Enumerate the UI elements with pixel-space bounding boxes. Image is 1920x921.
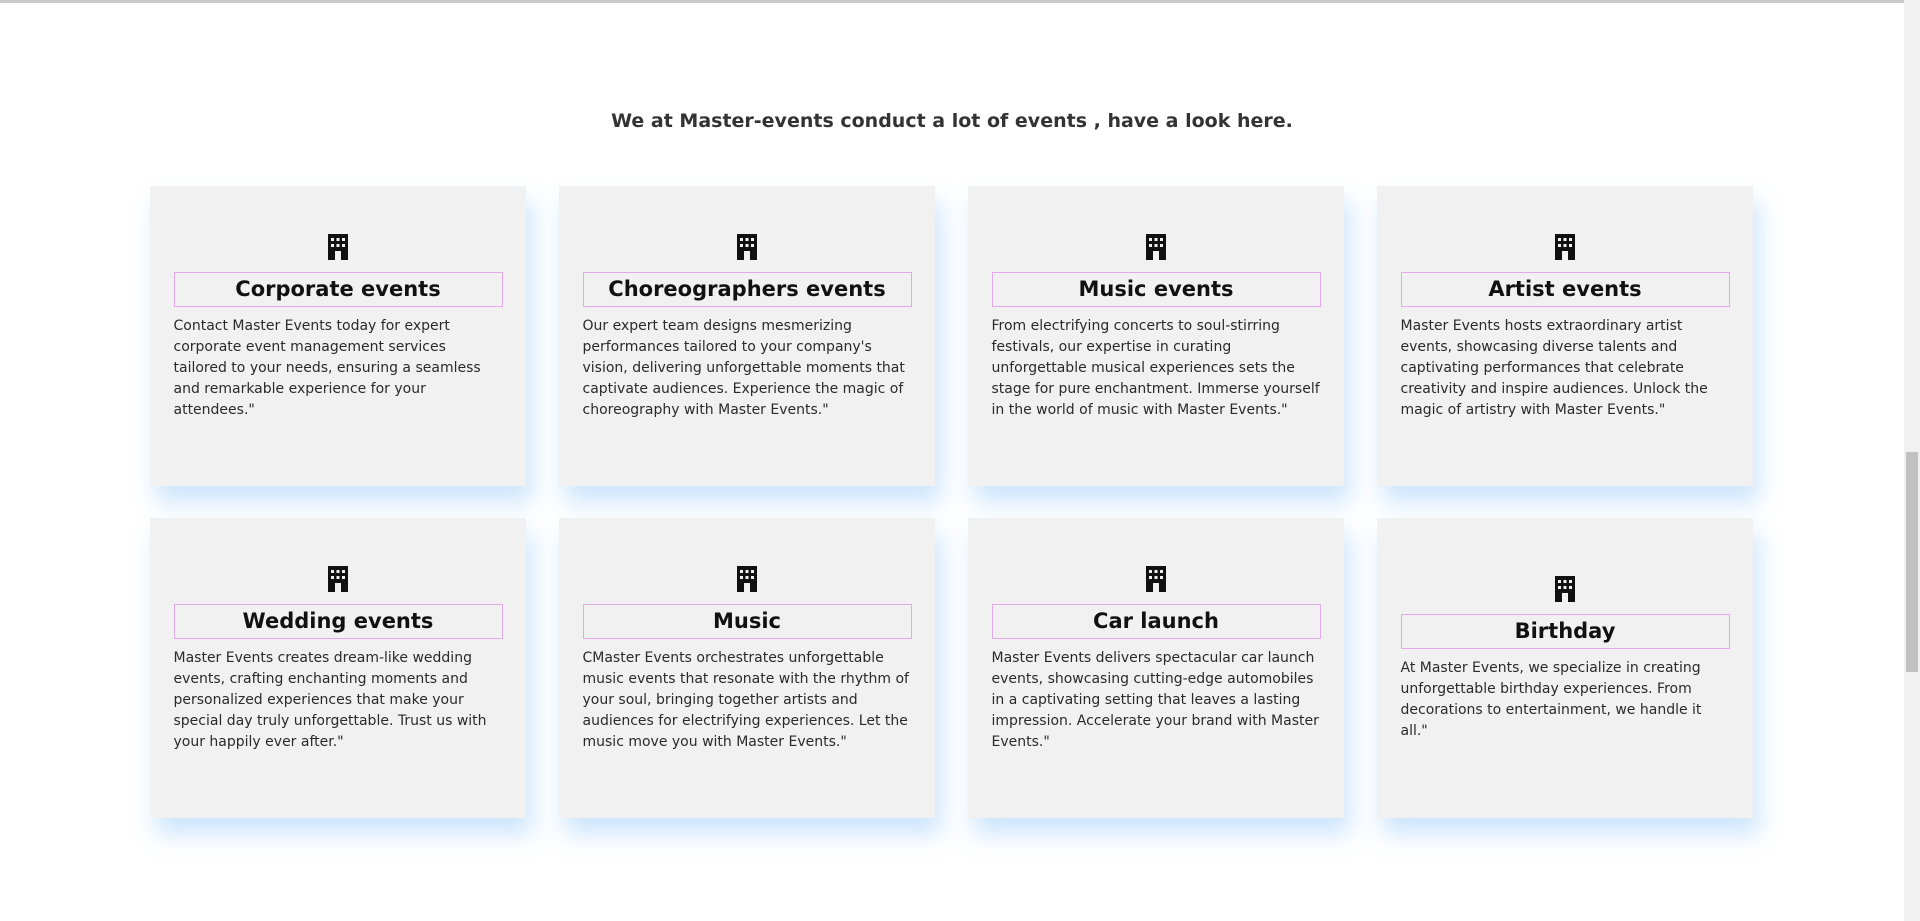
card-title: Choreographers events <box>582 271 912 307</box>
scrollbar[interactable] <box>1904 0 1920 921</box>
card-title: Wedding events <box>173 603 503 639</box>
card-title: Artist events <box>1400 271 1730 307</box>
card-description: Our expert team designs mesmerizing perf… <box>582 317 905 418</box>
card-description: CMaster Events orchestrates unforgettabl… <box>582 649 909 750</box>
event-card-music[interactable]: Music CMaster Events orchestrates unforg… <box>559 518 935 818</box>
card-title: Corporate events <box>173 271 503 307</box>
event-card-corporate[interactable]: Corporate events Contact Master Events t… <box>150 186 526 486</box>
building-icon <box>1555 576 1575 602</box>
event-card-artist[interactable]: Artist events Master Events hosts extrao… <box>1377 186 1753 486</box>
scrollbar-thumb[interactable] <box>1906 452 1918 672</box>
card-title: Birthday <box>1400 614 1730 649</box>
building-icon <box>1146 233 1166 260</box>
event-card-birthday[interactable]: Birthday At Master Events, we specialize… <box>1377 518 1753 818</box>
event-card-wedding[interactable]: Wedding events Master Events creates dre… <box>150 518 526 818</box>
card-description: Master Events hosts extraordinary artist… <box>1400 317 1708 418</box>
card-title: Music events <box>991 271 1321 307</box>
section-title: We at Master-events conduct a lot of eve… <box>611 110 1293 132</box>
event-card-music-events[interactable]: Music events From electrifying concerts … <box>968 186 1344 486</box>
card-title: Car launch <box>991 603 1321 639</box>
building-icon <box>1555 233 1575 260</box>
card-description: Master Events creates dream-like wedding… <box>173 649 487 750</box>
building-icon <box>328 565 348 592</box>
events-grid: Corporate events Contact Master Events t… <box>150 186 1753 818</box>
building-icon <box>737 565 757 592</box>
building-icon <box>328 233 348 260</box>
event-card-choreographers[interactable]: Choreographers events Our expert team de… <box>559 186 935 486</box>
card-description: Contact Master Events today for expert c… <box>173 317 481 418</box>
card-title: Music <box>582 603 912 639</box>
event-card-car-launch[interactable]: Car launch Master Events delivers specta… <box>968 518 1344 818</box>
building-icon <box>737 233 757 260</box>
card-description: At Master Events, we specialize in creat… <box>1400 660 1702 739</box>
top-divider <box>0 0 1904 3</box>
building-icon <box>1146 565 1166 592</box>
card-description: From electrifying concerts to soul-stirr… <box>991 317 1320 418</box>
card-description: Master Events delivers spectacular car l… <box>991 649 1319 750</box>
